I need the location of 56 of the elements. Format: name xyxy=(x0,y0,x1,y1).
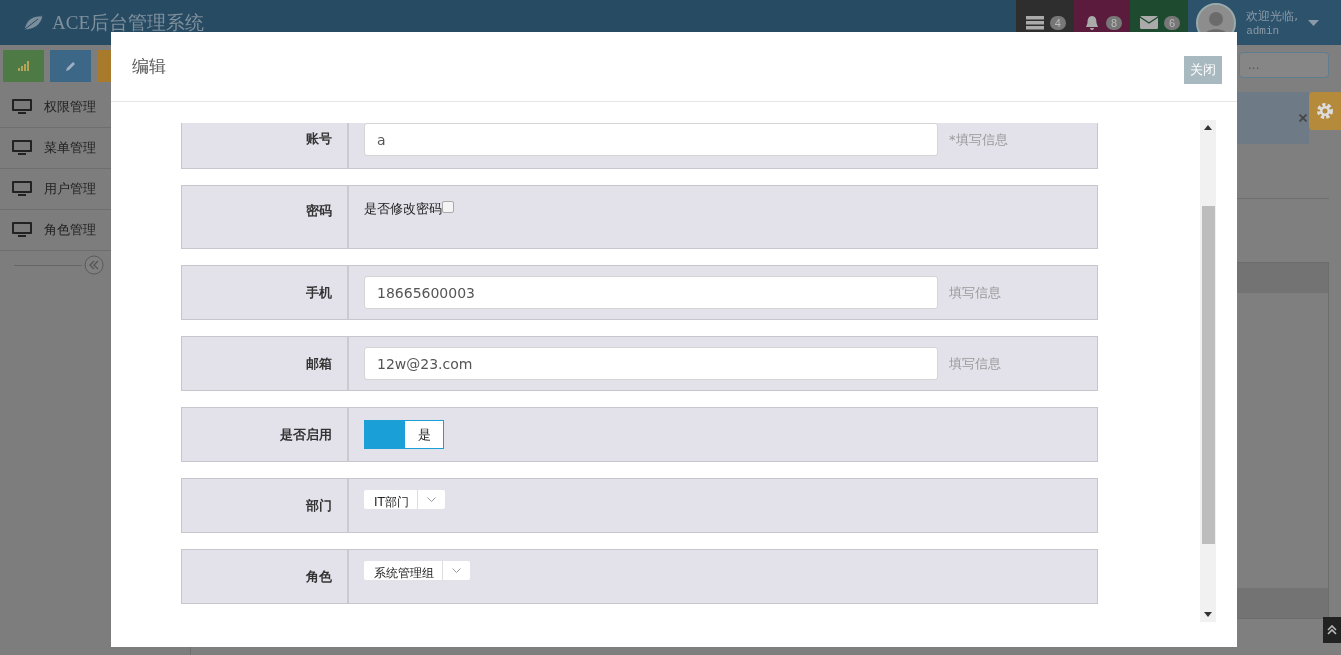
signal-bars-icon xyxy=(17,61,30,71)
bell-icon xyxy=(1083,14,1100,31)
pencil-icon xyxy=(65,60,76,72)
shortcut-button[interactable] xyxy=(50,50,91,82)
scrollbar[interactable] xyxy=(1200,120,1216,622)
menu-label: 用户管理 xyxy=(44,180,96,198)
menu-label: 权限管理 xyxy=(44,98,96,116)
scroll-down-icon[interactable] xyxy=(1204,612,1212,617)
collapse-icon[interactable] xyxy=(84,255,104,275)
leaf-icon xyxy=(22,14,44,31)
select-dropdown[interactable]: IT部门 xyxy=(364,490,445,509)
scroll-top-button[interactable] xyxy=(1323,617,1341,643)
monitor-icon xyxy=(12,99,32,115)
field-label: 密码 xyxy=(306,202,332,220)
greeting-text: 欢迎光临, xyxy=(1246,8,1298,25)
menu-label: 菜单管理 xyxy=(44,139,96,157)
user-name: admin xyxy=(1246,25,1281,37)
count-badge: 8 xyxy=(1105,15,1123,30)
shortcut-button[interactable] xyxy=(3,50,44,82)
field-label: 是否启用 xyxy=(280,425,332,444)
toggle-switch[interactable]: 是 xyxy=(364,420,444,449)
caret-icon xyxy=(1308,19,1319,26)
field-label: 部门 xyxy=(306,496,332,515)
monitor-icon xyxy=(12,140,32,156)
hint-text: 填写信息 xyxy=(949,283,1001,302)
field-label: 邮箱 xyxy=(306,354,332,373)
input-field[interactable]: a xyxy=(364,123,938,156)
select-dropdown[interactable]: 系统管理组 xyxy=(364,561,470,580)
field-label: 角色 xyxy=(306,567,332,586)
menu-label: 角色管理 xyxy=(44,221,96,239)
chevron-down-icon xyxy=(426,497,436,502)
brand-title: ACE后台管理系统 xyxy=(52,10,204,35)
close-icon[interactable] xyxy=(1299,114,1307,122)
settings-icon xyxy=(1315,101,1335,121)
user-menu[interactable]: 欢迎光临, admin xyxy=(1188,0,1341,45)
envelope-icon xyxy=(1140,16,1159,29)
scroll-up-icon[interactable] xyxy=(1204,125,1212,130)
checkbox-label: 是否修改密码 xyxy=(364,200,442,218)
field-label: 账号 xyxy=(306,130,332,148)
hint-text: 填写信息 xyxy=(949,354,1001,373)
search-field[interactable]: ... xyxy=(1239,52,1329,78)
field-label: 手机 xyxy=(306,283,332,302)
tasks-icon xyxy=(1025,15,1044,30)
input-field[interactable]: 18665600003 xyxy=(364,276,938,309)
dialog-title: 编辑 xyxy=(132,55,166,78)
double-caret-up-icon xyxy=(1327,625,1337,635)
input-field[interactable]: 12w@23.com xyxy=(364,347,938,380)
close-button[interactable]: 关闭 xyxy=(1184,55,1222,84)
chevron-down-icon xyxy=(452,568,461,573)
monitor-icon xyxy=(12,222,32,238)
settings-button[interactable] xyxy=(1309,92,1341,130)
count-badge: 4 xyxy=(1049,15,1066,30)
count-badge: 6 xyxy=(1164,15,1181,30)
hint-text: *填写信息 xyxy=(949,131,1008,149)
monitor-icon xyxy=(12,181,32,197)
checkbox[interactable] xyxy=(442,201,454,213)
